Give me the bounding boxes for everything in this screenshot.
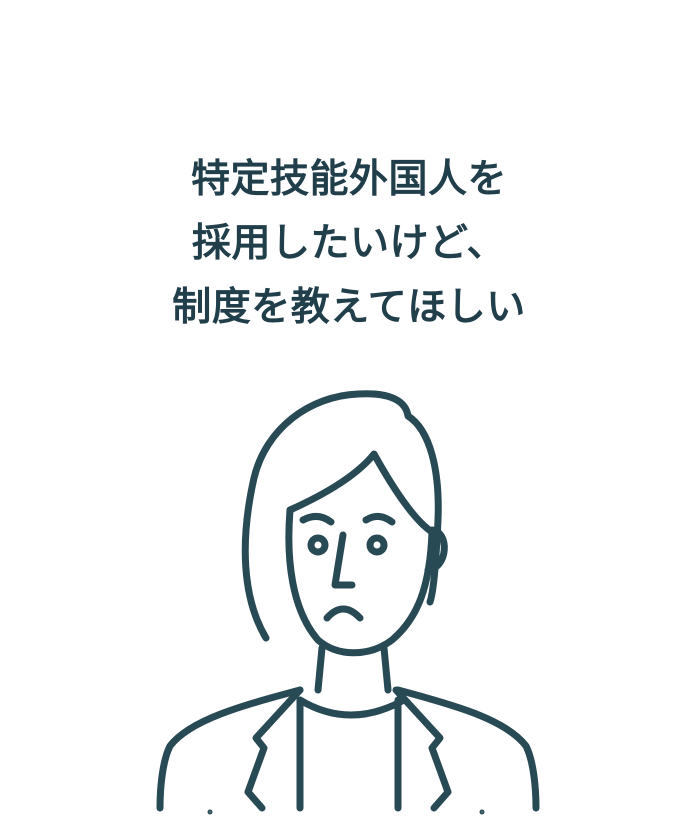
right-eye [366,534,388,556]
neck-right [380,644,392,694]
jacket-lapel-right [392,686,452,812]
face-outline [285,506,436,657]
bottom-mark-right [479,809,485,815]
mouth [323,605,364,622]
right-eyebrow [362,513,396,526]
worried-person-icon [156,390,540,815]
shirt-collar [296,696,408,719]
bottom-mark-left [207,809,213,815]
shoulder-left [156,686,304,812]
nose [331,531,356,589]
shoulder-right [394,686,540,812]
neck-left [314,644,326,694]
hair-outline [241,390,442,642]
left-eyebrow [299,513,335,526]
left-eye [307,534,329,556]
jacket-lapel-left [244,686,304,812]
